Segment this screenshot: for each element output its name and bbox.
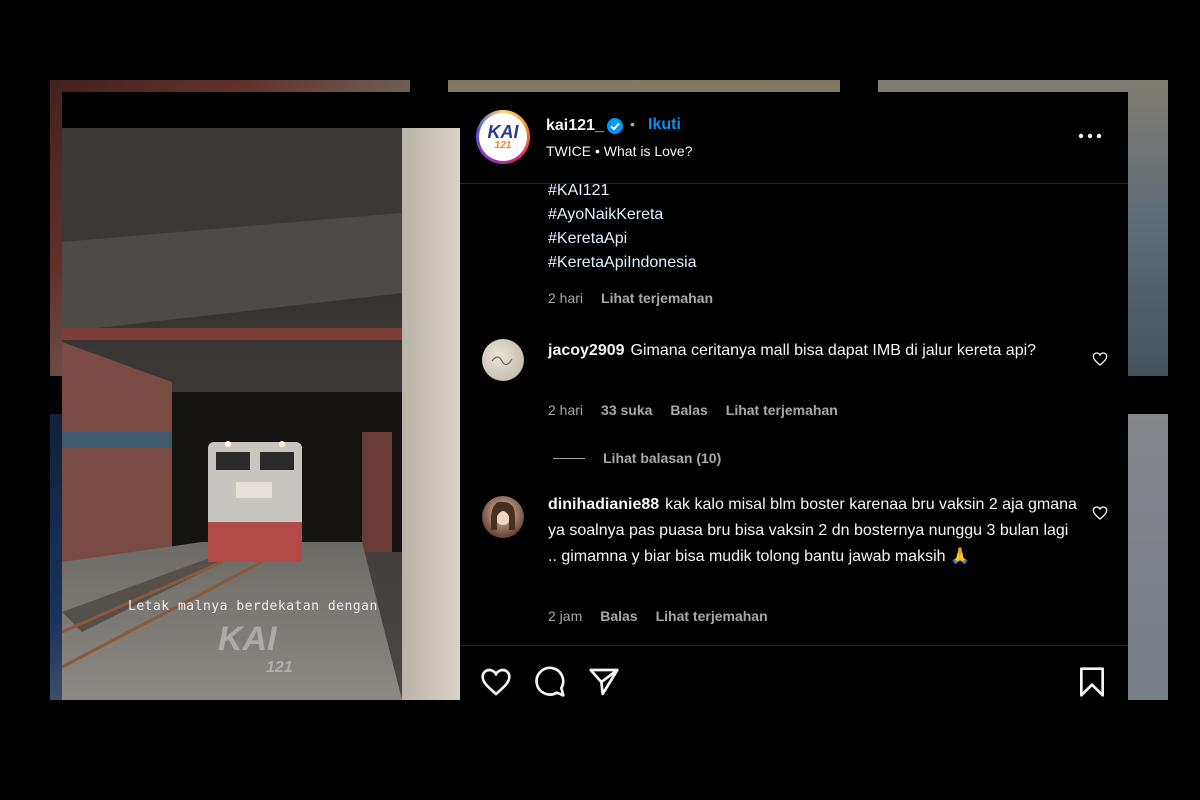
profile-avatar[interactable]: KAI 121 <box>476 110 530 164</box>
action-bar <box>460 645 1128 701</box>
avatar-image: KAI 121 <box>479 113 527 161</box>
comment-icon[interactable] <box>534 666 566 698</box>
comment-text: jacoy2909 Gimana ceritanya mall bisa dapa… <box>548 338 1078 364</box>
hashtag-link[interactable]: #AyoNaikKereta <box>548 206 663 224</box>
heart-icon[interactable] <box>480 666 512 698</box>
verified-badge-icon <box>607 118 623 134</box>
hashtag-link[interactable]: #KeretaApi <box>548 230 627 248</box>
post-username[interactable]: kai121_ <box>546 117 604 135</box>
comment-avatar[interactable] <box>482 339 524 381</box>
comments-panel: KAI 121 kai121_ • Ikuti TWICE • What is … <box>460 92 1128 700</box>
comment-like-icon[interactable] <box>1092 505 1108 521</box>
translate-link[interactable]: Lihat terjemahan <box>601 290 713 306</box>
kai-logo: KAI 121 <box>488 123 519 151</box>
comment-likes[interactable]: 33 suka <box>601 402 652 418</box>
avatar-logo-text: KAI <box>487 122 519 142</box>
comment-body: Gimana ceritanya mall bisa dapat IMB di … <box>630 342 1037 359</box>
comment-like-icon[interactable] <box>1092 351 1108 367</box>
comment-meta: 2 jam Balas Lihat terjemahan <box>548 608 768 624</box>
translate-link[interactable]: Lihat terjemahan <box>656 608 768 624</box>
comment-time: 2 jam <box>548 608 583 624</box>
avatar-script-icon <box>491 356 513 366</box>
comment-meta: 2 hari 33 suka Balas Lihat terjemahan <box>548 402 838 418</box>
avatar-portrait-icon <box>491 501 515 530</box>
comment-text: dinihadianie88 kak kalo misal blm boster … <box>548 492 1078 570</box>
post-header: KAI 121 kai121_ • Ikuti TWICE • What is … <box>460 92 1128 184</box>
watermark-sub: 121 <box>266 659 293 676</box>
comment-time: 2 hari <box>548 402 584 418</box>
avatar-logo-sub: 121 <box>494 140 512 151</box>
comment-username[interactable]: jacoy2909 <box>548 342 625 359</box>
view-replies-button[interactable]: Lihat balasan (10) <box>553 450 721 466</box>
comments-list[interactable]: #KAI121 #AyoNaikKereta #KeretaApi #Keret… <box>460 184 1128 639</box>
comment-username[interactable]: dinihadianie88 <box>548 496 659 513</box>
hashtag-link[interactable]: #KeretaApiIndonesia <box>548 254 697 272</box>
caption-time: 2 hari <box>548 290 584 306</box>
separator-dot: • <box>630 116 635 132</box>
more-options-icon[interactable] <box>1077 126 1103 146</box>
view-replies-label: Lihat balasan (10) <box>603 450 722 466</box>
hashtag-link[interactable]: #KAI121 <box>548 184 609 200</box>
replies-line <box>553 457 585 459</box>
post-modal: Letak malnya berdekatan dengan KAI 121 K… <box>62 92 1128 700</box>
bookmark-icon[interactable] <box>1076 666 1108 698</box>
watermark-text: KAI <box>218 620 277 658</box>
caption-meta: 2 hari Lihat terjemahan <box>548 290 713 306</box>
post-video[interactable]: Letak malnya berdekatan dengan KAI 121 <box>62 92 460 700</box>
reply-button[interactable]: Balas <box>600 608 637 624</box>
share-icon[interactable] <box>588 666 620 698</box>
follow-button[interactable]: Ikuti <box>648 116 681 134</box>
reply-button[interactable]: Balas <box>670 402 707 418</box>
music-link[interactable]: TWICE • What is Love? <box>546 143 693 159</box>
translate-link[interactable]: Lihat terjemahan <box>726 402 838 418</box>
video-caption-overlay: Letak malnya berdekatan dengan <box>128 599 378 614</box>
comment-avatar[interactable] <box>482 496 524 538</box>
video-watermark: KAI 121 <box>218 620 293 677</box>
